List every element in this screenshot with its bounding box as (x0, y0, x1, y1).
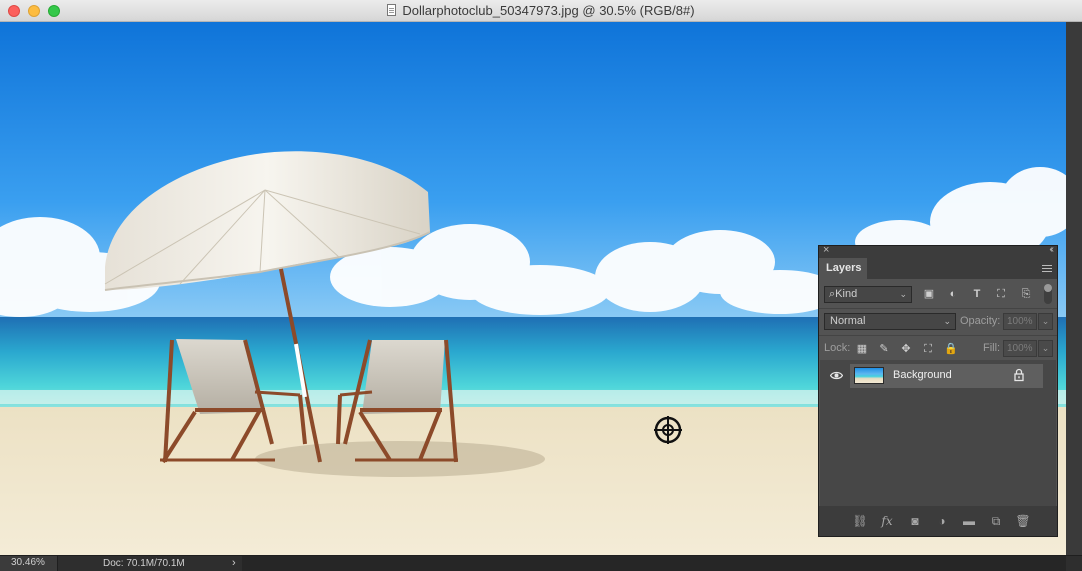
type-filter-icon[interactable]: T (971, 288, 983, 300)
window-title-wrap: Dollarphotoclub_50347973.jpg @ 30.5% (RG… (0, 3, 1082, 18)
layer-list: Background (820, 360, 1056, 506)
lock-all-icon[interactable]: 🔒 (944, 343, 958, 355)
window-title-bar: Dollarphotoclub_50347973.jpg @ 30.5% (RG… (0, 0, 1082, 22)
zoom-level-field[interactable]: 30.46% (0, 556, 58, 571)
smart-object-filter-icon[interactable]: ⎘ (1020, 288, 1032, 300)
document-icon (387, 4, 397, 16)
new-layer-icon[interactable]: ⧉ (988, 513, 1004, 529)
status-menu-arrow-icon[interactable]: › (232, 556, 236, 571)
adjustment-filter-icon[interactable]: ◐ (947, 288, 959, 300)
layers-panel: × ‹‹ Layers ⌕Kind ⌄ ▣ ◐ T ⛶ ⎘ Normal ⌄ O… (818, 244, 1058, 537)
mask-icon[interactable]: ◙ (907, 513, 923, 529)
panel-close-icon[interactable]: × (823, 244, 829, 256)
fill-dropdown-icon[interactable]: ⌄ (1038, 340, 1053, 357)
lock-image-pixels-icon[interactable]: ✎ (878, 343, 890, 355)
lock-position-icon[interactable]: ✥ (900, 343, 912, 355)
opacity-dropdown-icon[interactable]: ⌄ (1038, 313, 1053, 330)
panel-header-strip: × ‹‹ (819, 244, 1057, 258)
layer-kind-filter-select[interactable]: ⌕Kind ⌄ (824, 286, 912, 303)
vertical-scrollbar[interactable] (1066, 22, 1082, 555)
kind-filter-value: Kind (835, 288, 858, 300)
fill-field[interactable]: 100% (1003, 340, 1037, 357)
lock-label: Lock: (824, 342, 851, 354)
filter-toggle-switch[interactable] (1044, 284, 1052, 304)
image-filter-icon[interactable]: ▣ (923, 288, 935, 300)
link-layers-icon[interactable]: ⛓ (852, 513, 868, 529)
group-folder-icon[interactable]: ▬ (961, 513, 977, 529)
layers-panel-footer: ⛓ fx ◙ ◑ ▬ ⧉ 🗑 (819, 506, 1057, 536)
layer-thumbnail (854, 367, 884, 384)
horizontal-scrollbar[interactable] (242, 556, 1066, 571)
blend-mode-select[interactable]: Normal ⌄ (824, 313, 956, 330)
panel-menu-icon[interactable] (1042, 265, 1052, 272)
tab-layers[interactable]: Layers (819, 258, 867, 279)
doc-size-info[interactable]: Doc: 70.1M/70.1M (103, 556, 185, 571)
fx-icon[interactable]: fx (879, 513, 895, 529)
adjustment-layer-icon[interactable]: ◑ (934, 513, 950, 529)
panel-collapse-icon[interactable]: ‹‹ (1049, 244, 1053, 255)
trash-icon[interactable]: 🗑 (1015, 513, 1031, 529)
status-bar: 30.46% Doc: 70.1M/70.1M › (0, 555, 1082, 571)
eye-visibility-icon[interactable] (829, 369, 844, 383)
panel-divider (819, 335, 1057, 336)
panel-tab-bar: Layers (819, 258, 1057, 279)
opacity-label: Opacity: (960, 315, 1001, 327)
lock-artboard-icon[interactable]: ⛶ (922, 343, 934, 355)
window-title: Dollarphotoclub_50347973.jpg @ 30.5% (RG… (402, 3, 695, 18)
blend-mode-value: Normal (830, 315, 866, 327)
lock-icon (1014, 368, 1024, 382)
panel-divider (819, 308, 1057, 309)
layer-name: Background (893, 369, 952, 381)
fill-label: Fill: (983, 342, 1001, 354)
lock-transparency-icon[interactable]: ▦ (856, 343, 868, 355)
opacity-field[interactable]: 100% (1003, 313, 1037, 330)
crosshair-cursor-icon (654, 416, 682, 444)
chevron-down-icon: ⌄ (899, 289, 907, 299)
chevron-down-icon: ⌄ (943, 316, 951, 326)
shape-filter-icon[interactable]: ⛶ (995, 288, 1007, 300)
layer-row[interactable]: Background (850, 364, 1043, 388)
